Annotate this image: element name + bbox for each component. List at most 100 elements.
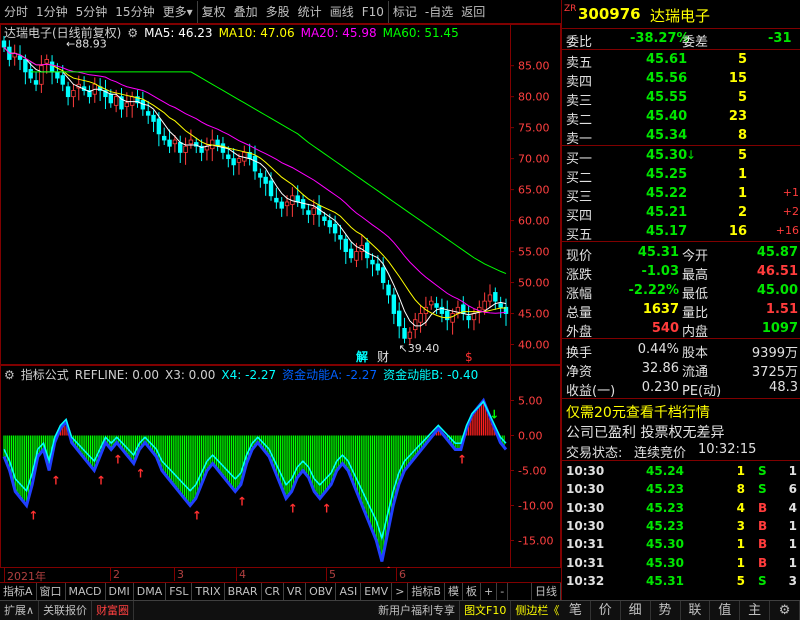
candle bbox=[55, 71, 60, 79]
candle bbox=[471, 313, 477, 321]
toolbar-item[interactable]: 5分钟 bbox=[72, 1, 112, 23]
ask-row[interactable]: 卖一 45.34 8 bbox=[562, 127, 800, 147]
toolbar-item[interactable]: 叠加 bbox=[230, 1, 262, 23]
quote-tab[interactable]: 笔 bbox=[561, 601, 591, 620]
more-dropdown[interactable]: 更多▾ bbox=[159, 1, 197, 23]
indicator-tab[interactable]: 日线 bbox=[531, 583, 561, 600]
toolbar-item[interactable]: 15分钟 bbox=[111, 1, 158, 23]
bid-row[interactable]: 买四 45.21 2 +2 bbox=[562, 204, 800, 224]
stat-label: 最低 bbox=[682, 287, 709, 302]
stat-value: 1.51 bbox=[765, 302, 798, 317]
ask-row[interactable]: 卖二 45.40 23 bbox=[562, 108, 800, 128]
tick-row: 10:30 45.23 3 B 1 bbox=[562, 518, 800, 536]
indicator-tab[interactable]: VR bbox=[284, 583, 307, 600]
zr-badge: ZR bbox=[564, 4, 577, 14]
stat-row: 涨跌 -1.03 最高 46.51 bbox=[562, 263, 800, 283]
toolbar-item[interactable]: F10 bbox=[358, 1, 388, 23]
toolbar-item[interactable]: 复权 bbox=[196, 0, 230, 23]
quote-tab[interactable]: 值 bbox=[710, 601, 741, 620]
order-label: 卖二 bbox=[566, 113, 593, 128]
candle bbox=[279, 201, 284, 209]
tick-side: B bbox=[758, 537, 768, 552]
toolbar-item[interactable]: 分时 bbox=[0, 1, 32, 23]
unlock-marker[interactable]: 解 bbox=[356, 349, 368, 364]
low-marker: ↖39.40 bbox=[399, 342, 440, 355]
date-tick: 6 bbox=[396, 568, 406, 581]
ask-row[interactable]: 卖四 45.56 15 bbox=[562, 70, 800, 90]
ma5-line bbox=[3, 46, 507, 327]
bid-row[interactable]: 买五 45.17 16 +16 bbox=[562, 223, 800, 243]
bid-row[interactable]: 买二 45.25 1 bbox=[562, 166, 800, 186]
indicator-tab[interactable]: 模 bbox=[445, 583, 463, 600]
candle bbox=[284, 201, 290, 207]
status-item[interactable]: 侧边栏《 bbox=[511, 601, 565, 620]
toolbar-item[interactable]: 多股 bbox=[262, 1, 294, 23]
status-item[interactable]: 扩展∧ bbox=[0, 601, 40, 620]
quote-tab[interactable]: 主 bbox=[740, 601, 771, 620]
indicator-tab[interactable]: OBV bbox=[306, 583, 337, 600]
bid-row[interactable]: 买一 45.30 5 ↓ bbox=[562, 147, 800, 167]
candle bbox=[306, 210, 311, 215]
fin-label: 股本 bbox=[682, 346, 709, 361]
indicator-tab[interactable]: CR bbox=[262, 583, 284, 600]
indicator-tab[interactable]: 窗口 bbox=[37, 583, 66, 600]
dividend-marker[interactable]: $ bbox=[465, 350, 473, 364]
indicator-tab[interactable]: DMA bbox=[134, 583, 167, 600]
indicator-tab[interactable]: EMV bbox=[361, 583, 393, 600]
indicator-tab[interactable]: ASI bbox=[336, 583, 362, 600]
quote-tab[interactable]: 价 bbox=[591, 601, 621, 620]
order-price: 45.40 bbox=[646, 109, 688, 124]
indicator-tab[interactable]: DMI bbox=[106, 583, 134, 600]
buy-arrow-icon: ↑ bbox=[237, 495, 247, 509]
order-label: 买一 bbox=[566, 152, 593, 167]
indicator-tab[interactable]: 指标A bbox=[0, 583, 37, 600]
tick-time: 10:30 bbox=[566, 482, 605, 497]
candle bbox=[343, 238, 348, 252]
indicator-tab[interactable]: 指标B bbox=[408, 583, 445, 600]
quote-tab[interactable]: 细 bbox=[621, 601, 651, 620]
quote-tab[interactable]: 势 bbox=[651, 601, 681, 620]
status-item[interactable]: 财富圈 bbox=[92, 601, 135, 620]
tick-side: B bbox=[758, 518, 768, 533]
toolbar-item[interactable]: 标记 bbox=[387, 0, 421, 23]
wei-bi-value: -38.27% bbox=[630, 31, 690, 46]
indicator-tab[interactable]: > bbox=[392, 583, 409, 600]
indicator-tab[interactable]: - bbox=[497, 583, 509, 600]
quote-tab[interactable]: 联 bbox=[681, 601, 711, 620]
stock-title: ZR 300976 达瑞电子 bbox=[562, 4, 800, 26]
toolbar-item[interactable]: 统计 bbox=[294, 1, 326, 23]
promo-text[interactable]: 仅需20元查看千档行情 bbox=[566, 402, 710, 422]
settings-icon[interactable]: ⚙ bbox=[770, 601, 800, 620]
status-item[interactable]: 新用户福利专享 bbox=[374, 601, 461, 620]
promo-row[interactable]: 仅需20元查看千档行情 bbox=[562, 401, 800, 422]
finance-marker[interactable]: 财 bbox=[377, 350, 389, 364]
indicator-tab[interactable]: 板 bbox=[463, 583, 481, 600]
status-item[interactable]: 关联报价 bbox=[39, 601, 93, 620]
indicator-tab[interactable]: + bbox=[481, 583, 498, 600]
status-item[interactable]: 图文F10 bbox=[460, 601, 512, 620]
trade-time: 10:32:15 bbox=[698, 442, 757, 457]
indicator-tab[interactable]: BRAR bbox=[225, 583, 262, 600]
chevron-down-icon: ▾ bbox=[186, 4, 193, 19]
toolbar-item[interactable]: 1分钟 bbox=[32, 1, 72, 23]
fin-label: PE(动) bbox=[682, 384, 722, 399]
order-price: 45.61 bbox=[646, 52, 688, 67]
stat-value: 1637 bbox=[642, 302, 679, 317]
indicator-tab[interactable]: FSL bbox=[166, 583, 193, 600]
ask-row[interactable]: 卖五 45.61 5 bbox=[562, 51, 800, 71]
order-volume: 2 bbox=[737, 205, 747, 220]
stat-label: 涨幅 bbox=[566, 287, 593, 302]
indicator-tab[interactable]: TRIX bbox=[192, 583, 225, 600]
toolbar-item[interactable]: -自选 bbox=[421, 1, 457, 23]
fin-row: 收益(一) 0.230 PE(动) 48.3 bbox=[562, 379, 800, 399]
candle bbox=[178, 142, 183, 153]
candle bbox=[332, 223, 338, 234]
indicator-chart[interactable]: 5.000.00-5.00-10.00-15.00↑↑↑↑↑↑↑↑↑↑↑↓ bbox=[0, 365, 561, 568]
candlestick-chart[interactable]: 85.00 80.00 75.00 70.00 65.00 60.00 55.00 50.00… bbox=[0, 24, 561, 365]
toolbar-item[interactable]: 画线 bbox=[326, 1, 358, 23]
toolbar-item[interactable]: 返回 bbox=[457, 1, 489, 23]
indicator-tab[interactable]: MACD bbox=[66, 583, 106, 600]
bid-row[interactable]: 买三 45.22 1 +1 bbox=[562, 185, 800, 205]
candle bbox=[39, 65, 44, 85]
ask-row[interactable]: 卖三 45.55 5 bbox=[562, 89, 800, 109]
